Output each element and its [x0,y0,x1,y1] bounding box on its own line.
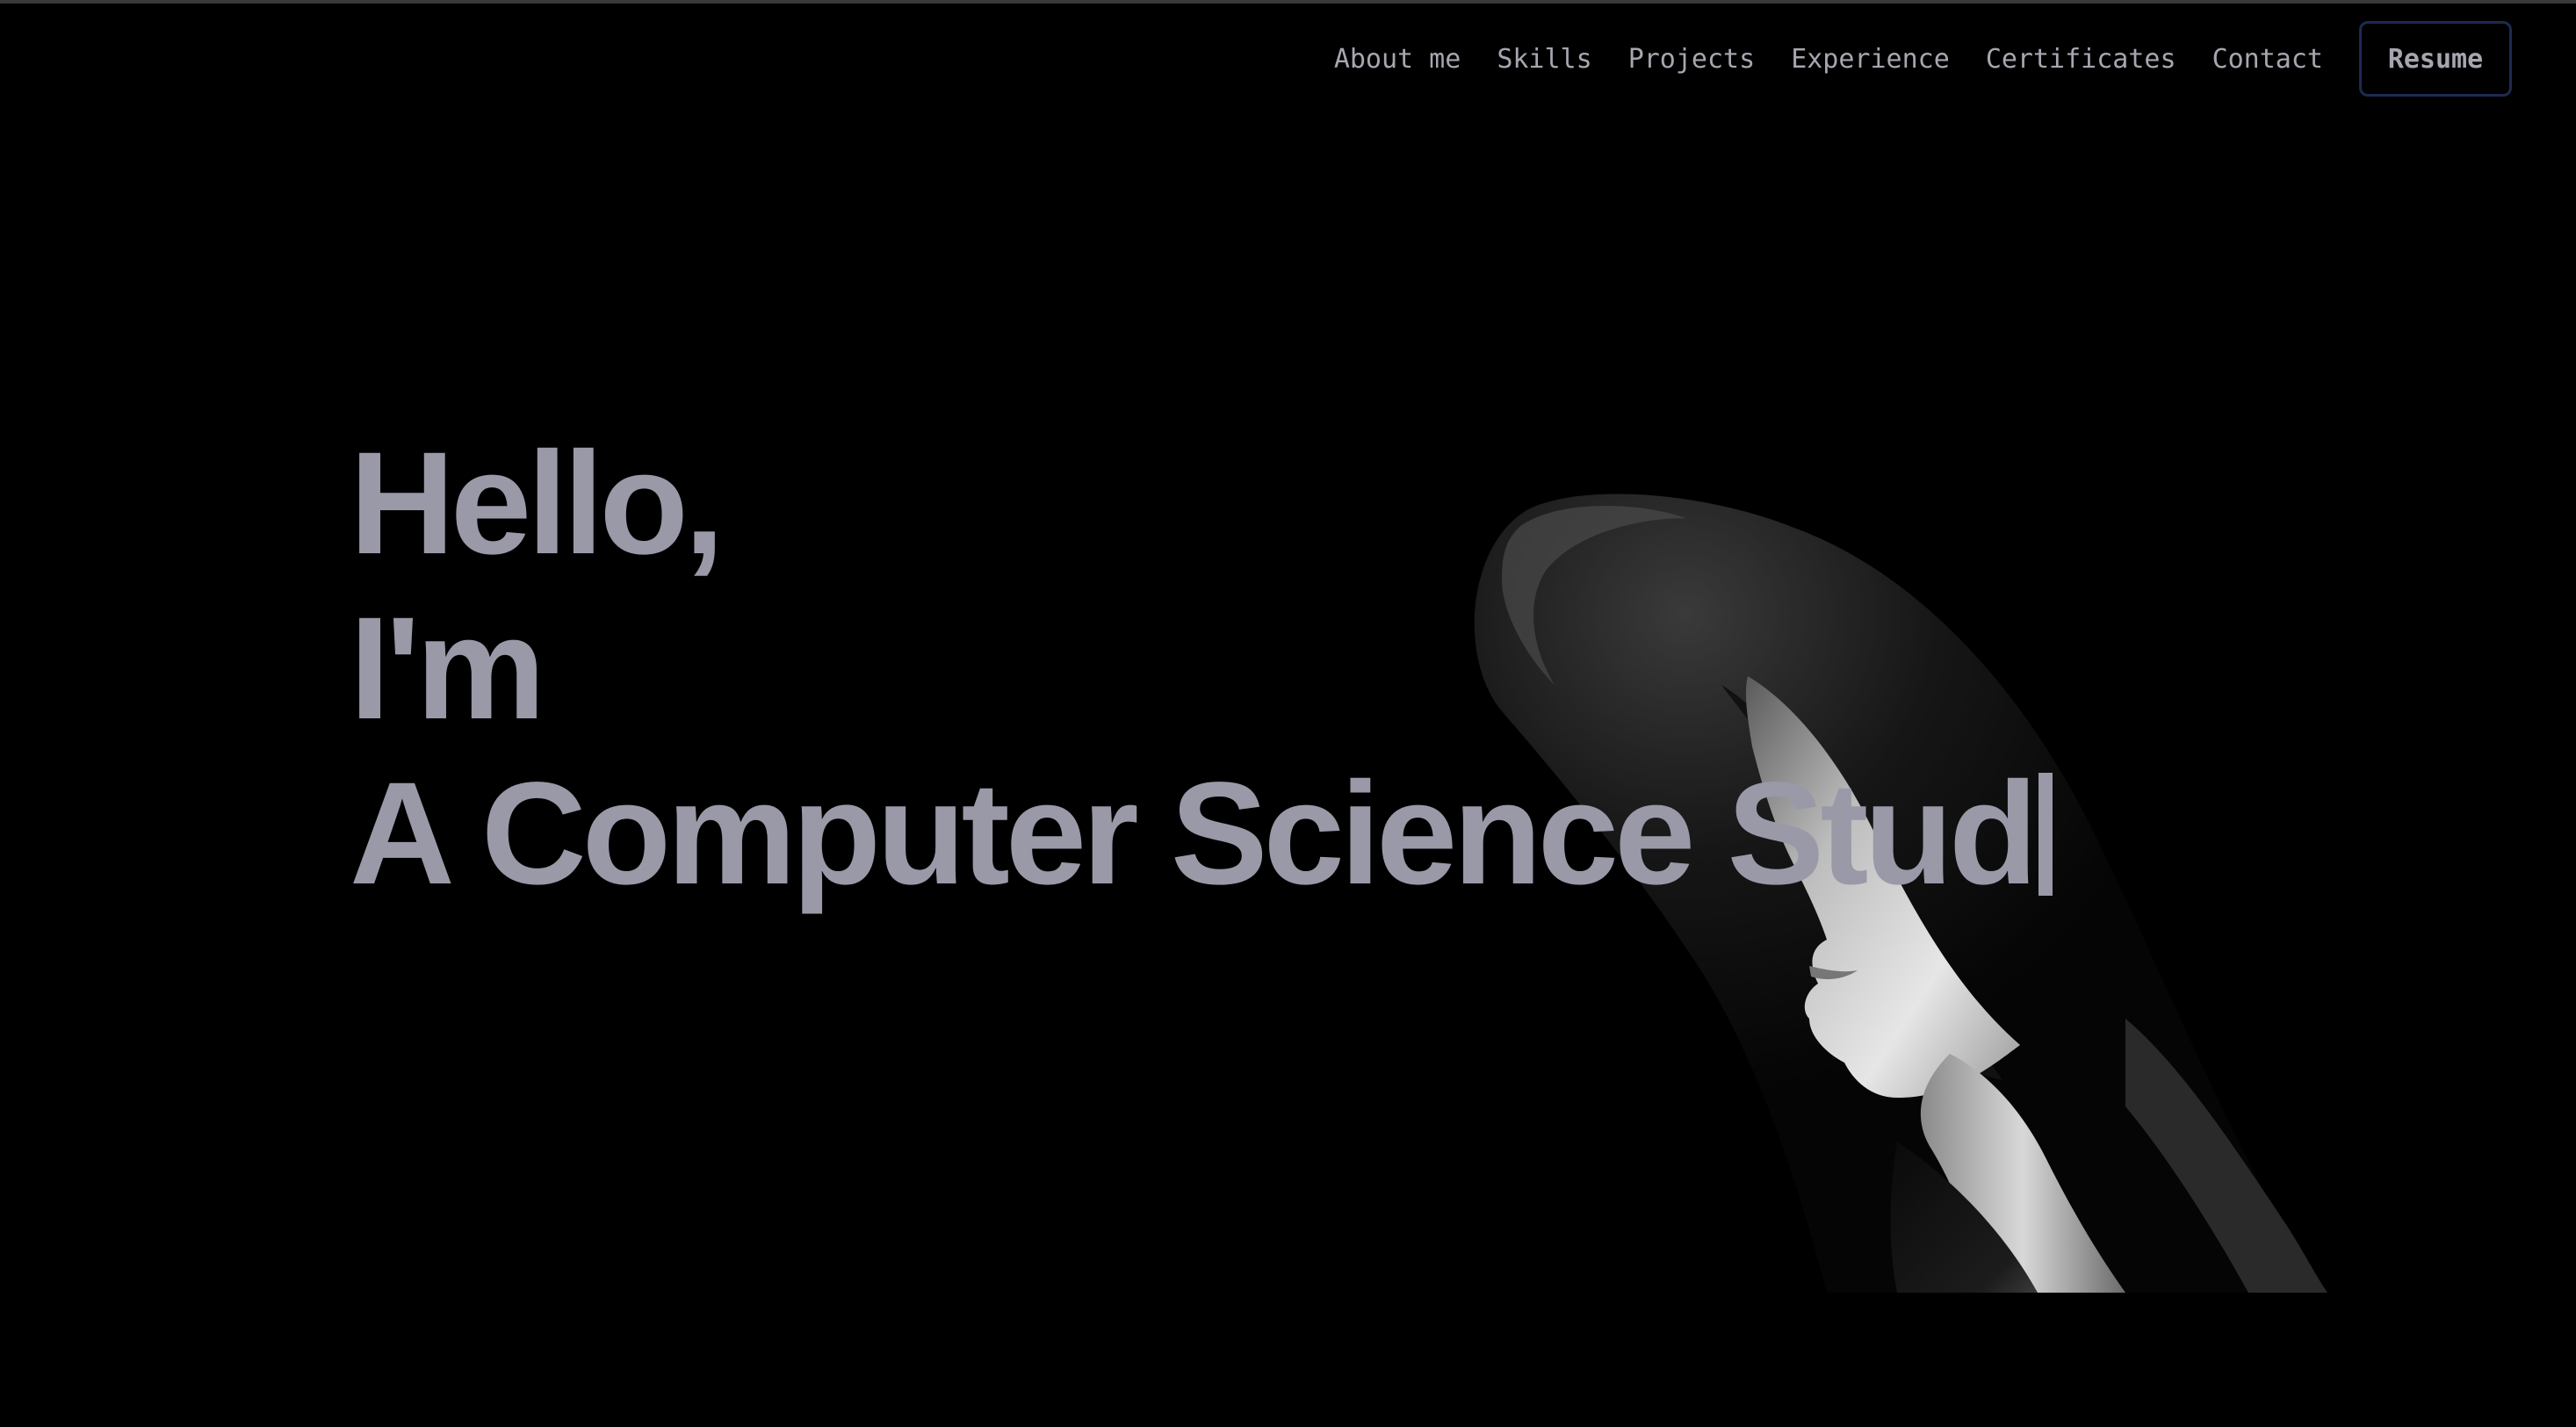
nav-link-about[interactable]: About me [1334,44,1461,75]
nav-link-projects[interactable]: Projects [1628,44,1756,75]
resume-button[interactable]: Resume [2359,21,2512,97]
hero-typed-text: A Computer Science Stud [350,753,2038,915]
hero-intro: I'm [350,587,545,750]
nav-link-contact[interactable]: Contact [2212,44,2323,75]
nav-link-certificates[interactable]: Certificates [1986,44,2176,75]
nav-link-skills[interactable]: Skills [1497,44,1591,75]
top-border [0,0,2576,4]
nav-link-experience[interactable]: Experience [1791,44,1950,75]
text-cursor-icon [2038,773,2053,896]
hero-typed-line: A Computer Science Stud [350,752,2053,917]
top-nav: About me Skills Projects Experience Cert… [1334,21,2512,97]
hero-greeting: Hello, [350,422,725,585]
hero-heading: Hello, I'm A Computer Science Stud [350,422,2053,917]
